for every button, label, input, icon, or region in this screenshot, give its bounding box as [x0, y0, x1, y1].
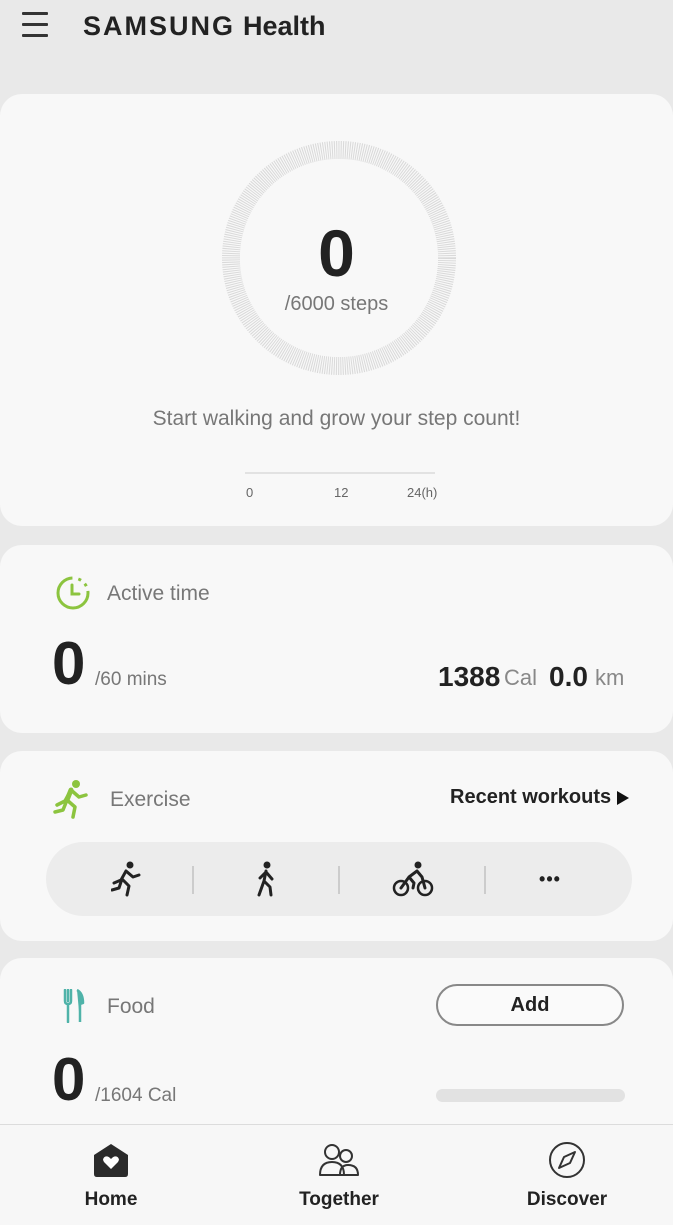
exercise-label: Exercise [110, 788, 191, 811]
steps-message: Start walking and grow your step count! [152, 407, 521, 430]
cycling-icon [392, 861, 434, 897]
compass-icon [549, 1142, 585, 1178]
running-shortcut-button[interactable] [96, 842, 156, 916]
separator [338, 866, 340, 894]
active-time-card[interactable] [0, 545, 673, 733]
steps-count: 0 [318, 216, 355, 290]
separator [192, 866, 194, 894]
distance-value: 0.0 [549, 661, 588, 692]
fork-knife-icon [63, 989, 85, 1023]
running-icon [111, 861, 141, 897]
food-calories-value: 0 [52, 1046, 86, 1113]
hamburger-menu-icon[interactable] [22, 12, 48, 40]
add-food-button[interactable]: Add [436, 984, 624, 1026]
walking-shortcut-button[interactable] [236, 842, 296, 916]
home-heart-icon [94, 1144, 128, 1177]
nav-together[interactable]: Together [259, 1125, 419, 1225]
walking-icon [257, 861, 274, 897]
separator [484, 866, 486, 894]
calories-unit: Cal [504, 665, 538, 690]
nav-discover-label: Discover [526, 1189, 608, 1210]
app-header: SAMSUNG Health [0, 0, 673, 60]
food-calories-goal: /1604 Cal [95, 1085, 177, 1106]
bottom-navigation: Home Together Discover [0, 1124, 673, 1225]
app-logo: SAMSUNG Health [83, 10, 326, 42]
running-person-icon [53, 780, 88, 819]
recent-workouts-link[interactable]: Recent workouts [450, 786, 611, 809]
food-progress-bar [436, 1089, 625, 1102]
brand-samsung: SAMSUNG [83, 11, 236, 41]
tick-24h: 24(h) [407, 485, 438, 500]
calories-value: 1388 [438, 661, 501, 692]
tick-0: 0 [246, 485, 254, 500]
people-icon [319, 1144, 359, 1176]
nav-home[interactable]: Home [31, 1125, 191, 1225]
distance-unit: km [595, 665, 625, 690]
tick-12: 12 [334, 485, 349, 500]
more-exercises-button[interactable]: ••• [520, 842, 580, 916]
nav-home-label: Home [84, 1189, 138, 1210]
active-time-value: 0 [52, 630, 86, 697]
hourly-steps-bar [245, 472, 435, 474]
active-time-label: Active time [107, 582, 210, 605]
steps-goal: /6000 steps [284, 293, 389, 315]
timer-icon [56, 576, 90, 610]
nav-discover[interactable]: Discover [487, 1125, 647, 1225]
nav-together-label: Together [299, 1189, 379, 1210]
play-arrow-icon[interactable] [617, 791, 629, 805]
food-label: Food [107, 995, 155, 1018]
brand-health: Health [243, 11, 326, 41]
active-time-goal: /60 mins [95, 669, 167, 690]
cycling-shortcut-button[interactable] [383, 842, 443, 916]
